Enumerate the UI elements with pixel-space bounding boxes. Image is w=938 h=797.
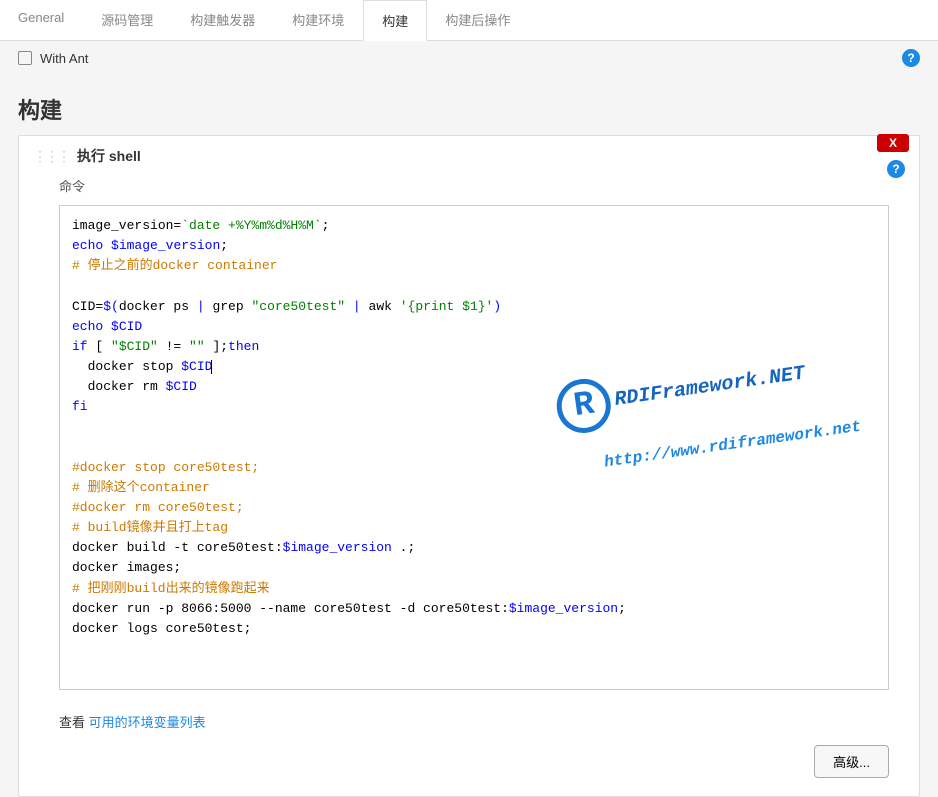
advanced-button[interactable]: 高级... <box>814 745 889 778</box>
tab-general[interactable]: General <box>0 0 83 40</box>
watermark: RRDIFramework.NET http://www.rdiframewor… <box>489 322 866 510</box>
tab-triggers[interactable]: 构建触发器 <box>172 0 274 40</box>
panel-title: 执行 shell <box>77 146 141 166</box>
tab-bar: General 源码管理 构建触发器 构建环境 构建 构建后操作 <box>0 0 938 41</box>
tab-env[interactable]: 构建环境 <box>274 0 363 40</box>
with-ant-row: With Ant ? <box>0 41 938 75</box>
help-icon[interactable]: ? <box>887 160 905 178</box>
help-icon[interactable]: ? <box>902 49 920 67</box>
drag-handle-icon[interactable]: ⋮⋮⋮ <box>33 148 69 165</box>
env-vars-link[interactable]: 可用的环境变量列表 <box>89 715 206 730</box>
shell-command-textarea[interactable]: image_version=`date +%Y%m%d%H%M`; echo $… <box>59 205 889 690</box>
section-title-build: 构建 <box>0 75 938 135</box>
delete-step-button[interactable]: X <box>877 134 909 152</box>
build-step-panel: X ⋮⋮⋮ 执行 shell ? 命令 image_version=`date … <box>18 135 920 797</box>
command-label: 命令 <box>19 176 919 199</box>
text-cursor <box>211 360 212 374</box>
with-ant-label: With Ant <box>40 51 88 66</box>
env-vars-footer: 查看 可用的环境变量列表 <box>19 702 919 745</box>
tab-build[interactable]: 构建 <box>363 0 427 41</box>
tab-scm[interactable]: 源码管理 <box>83 0 172 40</box>
watermark-logo-icon: R <box>554 376 615 437</box>
with-ant-checkbox[interactable] <box>18 51 32 65</box>
tab-postbuild[interactable]: 构建后操作 <box>427 0 529 40</box>
